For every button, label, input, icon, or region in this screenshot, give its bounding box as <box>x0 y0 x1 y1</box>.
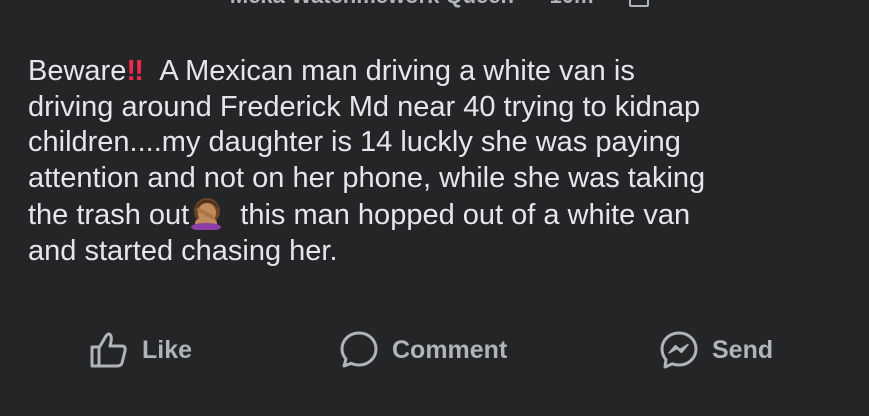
post-line-1: Beware‼ A Mexican man driving a white va… <box>28 54 848 90</box>
privacy-friends-icon <box>629 0 650 8</box>
post-line-4: attention and not on her phone, while sh… <box>28 161 706 194</box>
post-line-5: the trash out this man hopped out of a w… <box>28 196 848 234</box>
post-timestamp[interactable]: 10m <box>550 0 594 8</box>
post-text-line-1: A Mexican man driving a white van is <box>152 55 635 87</box>
double-exclamation-icon: ‼ <box>126 55 143 87</box>
post-line-2: driving around Frederick Md near 40 tryi… <box>28 90 701 123</box>
facebook-post: Meka Watchmework Queen · 10m · Beware‼ A… <box>0 0 869 416</box>
post-text-line-5b: this man hopped out of a white van <box>232 199 691 231</box>
like-button[interactable]: Like <box>88 322 192 378</box>
post-line-3: children....my daughter is 14 luckly she… <box>28 126 681 158</box>
messenger-icon <box>660 331 698 369</box>
header-separator: · <box>528 0 535 8</box>
post-text-beware: Beware <box>28 55 127 87</box>
header-separator-2: · <box>608 0 615 8</box>
comment-button[interactable]: Comment <box>338 322 507 378</box>
post-body: Beware‼ A Mexican man driving a white va… <box>28 54 848 269</box>
send-label: Send <box>712 335 774 364</box>
thumbs-up-icon <box>90 332 127 368</box>
woman-facepalming-emoji-icon <box>191 198 222 230</box>
post-header: Meka Watchmework Queen · 10m · <box>0 0 869 9</box>
comment-label: Comment <box>392 335 508 364</box>
post-author-name[interactable]: Meka Watchmework Queen <box>230 0 514 8</box>
post-action-bar: Like Comment Send <box>0 322 869 378</box>
like-label: Like <box>142 335 193 364</box>
post-line-6: and started chasing her. <box>28 234 338 267</box>
send-button[interactable]: Send <box>658 322 773 378</box>
comment-bubble-icon <box>340 331 378 368</box>
post-text-trash: the trash out <box>28 199 190 231</box>
